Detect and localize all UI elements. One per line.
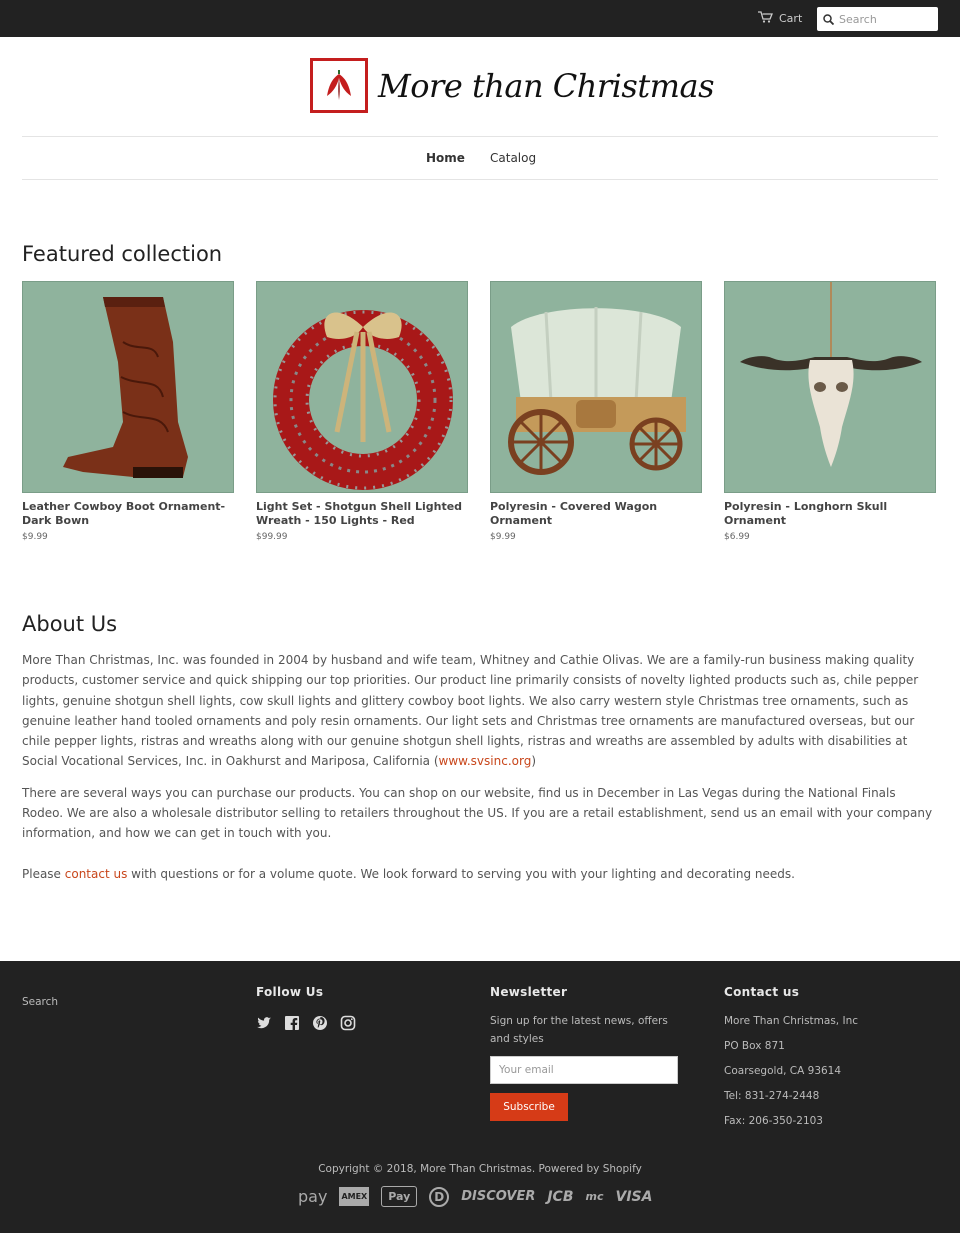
product-image-covered-wagon[interactable] [490, 281, 702, 493]
footer: Search Follow Us Newsletter Sign up for … [0, 961, 960, 1233]
product-card[interactable]: Polyresin - Covered Wagon Ornament $9.99 [490, 281, 702, 542]
about-p1-end: ) [531, 754, 536, 769]
product-price: $9.99 [490, 532, 516, 542]
main-nav: Home Catalog [22, 136, 938, 180]
newsletter-email-input[interactable] [490, 1056, 678, 1084]
product-title[interactable]: Polyresin - Covered Wagon Ornament [490, 500, 702, 528]
product-image-shotgun-wreath[interactable] [256, 281, 468, 493]
social-links [256, 1015, 356, 1031]
facebook-icon[interactable] [284, 1015, 300, 1031]
product-price: $6.99 [724, 532, 750, 542]
product-image-cowboy-boot[interactable] [22, 281, 234, 493]
copyright-text: Copyright © 2018, More Than Christmas. P… [318, 1163, 642, 1175]
contact-company: More Than Christmas, Inc [724, 1015, 859, 1027]
cart-icon [758, 11, 773, 26]
product-title[interactable]: Polyresin - Longhorn Skull Ornament [724, 500, 936, 528]
newsletter-text: Sign up for the latest news, offers and … [490, 1015, 668, 1045]
site-logo[interactable]: More than Christmas [310, 58, 715, 113]
about-paragraph-2: There are several ways you can purchase … [22, 785, 933, 841]
apple-pay-icon: Pay [381, 1186, 418, 1207]
amazon-pay-icon: pay [298, 1187, 328, 1206]
product-price: $99.99 [256, 532, 288, 542]
visa-icon: VISA [615, 1188, 653, 1205]
diners-club-icon: D [429, 1186, 450, 1207]
contact-heading: Contact us [724, 985, 800, 999]
contact-po-box: PO Box 871 [724, 1040, 785, 1052]
about-p3-end: with questions or for a volume quote. We… [127, 866, 795, 881]
product-card[interactable]: Leather Cowboy Boot Ornament-Dark Bown $… [22, 281, 234, 542]
about-paragraph-1: More Than Christmas, Inc. was founded in… [22, 650, 940, 772]
product-image-longhorn-skull[interactable] [724, 281, 936, 493]
search-box[interactable] [817, 7, 938, 31]
nav-item-catalog[interactable]: Catalog [490, 151, 536, 165]
cart-link[interactable]: Cart [758, 11, 802, 26]
newsletter-heading: Newsletter [490, 985, 568, 999]
search-input[interactable] [839, 12, 929, 26]
twitter-icon[interactable] [256, 1015, 272, 1031]
instagram-icon[interactable] [340, 1015, 356, 1031]
top-bar: Cart [0, 0, 960, 37]
svsinc-link[interactable]: www.svsinc.org [439, 754, 532, 768]
product-card[interactable]: Light Set - Shotgun Shell Lighted Wreath… [256, 281, 468, 542]
follow-us-heading: Follow Us [256, 985, 324, 999]
product-title[interactable]: Leather Cowboy Boot Ornament-Dark Bown [22, 500, 234, 528]
pinterest-icon[interactable] [312, 1015, 328, 1031]
contact-fax: Fax: 206-350-2103 [724, 1115, 823, 1127]
search-icon[interactable] [823, 10, 835, 29]
about-heading: About Us [22, 612, 118, 636]
american-express-icon: AMEX [339, 1187, 370, 1206]
about-paragraph-3: Please contact us with questions or for … [22, 864, 940, 884]
logo-chile-icon [310, 58, 368, 113]
product-title[interactable]: Light Set - Shotgun Shell Lighted Wreath… [256, 500, 468, 528]
about-p1-text: More Than Christmas, Inc. was founded in… [22, 653, 919, 769]
subscribe-button[interactable]: Subscribe [490, 1093, 568, 1121]
jcb-icon: JCB [547, 1188, 574, 1205]
product-card[interactable]: Polyresin - Longhorn Skull Ornament $6.9… [724, 281, 936, 542]
cart-label: Cart [779, 12, 803, 25]
contact-city: Coarsegold, CA 93614 [724, 1065, 842, 1077]
logo-text: More than Christmas [378, 66, 715, 105]
nav-item-home[interactable]: Home [426, 151, 465, 165]
about-p3-start: Please [22, 866, 65, 881]
contact-phone: Tel: 831-274-2448 [724, 1090, 820, 1102]
footer-search-link[interactable]: Search [22, 994, 58, 1012]
about-text: More Than Christmas, Inc. was founded in… [22, 650, 940, 895]
discover-icon: DISCOVER [461, 1189, 536, 1204]
mastercard-icon: mc [585, 1190, 604, 1203]
payment-icons: pay AMEX Pay D DISCOVER JCB mc VISA [298, 1186, 652, 1207]
product-price: $9.99 [22, 532, 48, 542]
featured-collection-heading: Featured collection [22, 242, 223, 266]
contact-us-link[interactable]: contact us [65, 867, 128, 881]
